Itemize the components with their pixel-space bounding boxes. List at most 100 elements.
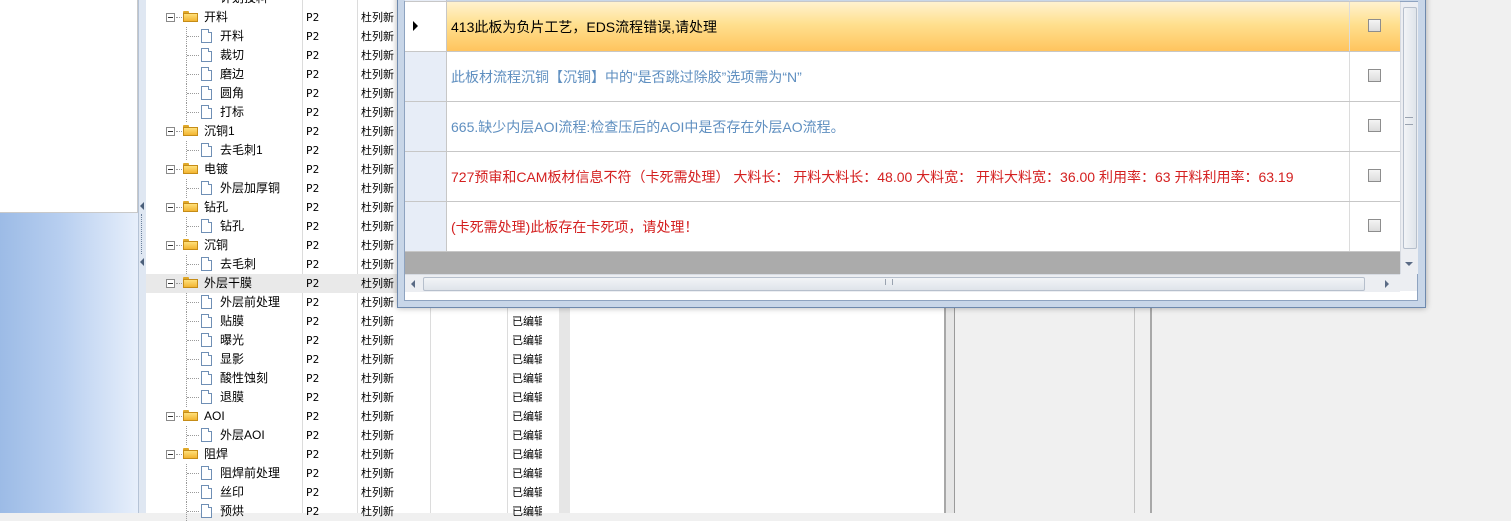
status-cell: 已编辑 (512, 334, 542, 347)
tree-connector (187, 473, 199, 474)
version-cell: P2 (306, 144, 320, 157)
message-checkbox[interactable] (1368, 119, 1381, 132)
version-cell: P2 (306, 30, 320, 43)
column-divider (1349, 152, 1350, 201)
tree-connector (176, 207, 182, 208)
tree-connector (187, 511, 199, 512)
tree-row[interactable]: AOI P2 杜列新 已编辑 (146, 407, 559, 426)
row-header[interactable] (405, 2, 447, 51)
tree-row[interactable]: 显影 P2 杜列新 已编辑 (146, 350, 559, 369)
tree-node-label: 外层AOI (220, 428, 265, 442)
grid-empty-area (405, 252, 1400, 274)
tree-connector (176, 454, 182, 455)
user-cell: 杜列新 (361, 372, 394, 385)
tree-node-label: 外层干膜 (204, 276, 253, 290)
document-icon (201, 485, 212, 499)
tree-row[interactable]: 贴膜 P2 杜列新 已编辑 (146, 312, 559, 331)
collapse-left-arrow-icon[interactable] (140, 202, 144, 210)
row-header[interactable] (405, 152, 447, 201)
message-row[interactable]: 此板材流程沉铜【沉铜】中的“是否跳过除胶”选项需为“N” (405, 52, 1400, 102)
folder-icon (183, 163, 198, 174)
vertical-scrollbar[interactable] (1400, 2, 1418, 274)
tree-node-label: 开料 (220, 29, 245, 43)
user-cell: 杜列新 (361, 125, 394, 138)
tree-row[interactable]: 酸性蚀刻 P2 杜列新 已编辑 (146, 369, 559, 388)
status-cell: 已编辑 (512, 429, 542, 442)
tree-node-label: 打标 (220, 105, 245, 119)
collapse-toggle-icon[interactable] (166, 450, 175, 459)
message-checkbox[interactable] (1368, 19, 1381, 32)
document-icon (201, 352, 212, 366)
tree-node-label: 圆角 (220, 86, 245, 100)
collapse-toggle-icon[interactable] (166, 203, 175, 212)
row-header[interactable] (405, 52, 447, 101)
scroll-left-arrow-icon[interactable] (411, 280, 415, 288)
tree-connector (187, 188, 199, 189)
row-header[interactable] (405, 102, 447, 151)
horizontal-scroll-thumb[interactable] (423, 277, 1365, 291)
tree-row[interactable]: 曝光 P2 杜列新 已编辑 (146, 331, 559, 350)
message-text: 此板材流程沉铜【沉铜】中的“是否跳过除胶”选项需为“N” (451, 68, 802, 85)
tree-row[interactable]: 阻焊 P2 杜列新 已编辑 (146, 445, 559, 464)
version-cell: P2 (306, 448, 320, 461)
tree-connector (176, 245, 182, 246)
message-checkbox[interactable] (1368, 169, 1381, 182)
tree-row[interactable]: 阻焊前处理 P2 杜列新 已编辑 (146, 464, 559, 483)
message-grid[interactable]: 413此板为负片工艺，EDS流程错误,请处理此板材流程沉铜【沉铜】中的“是否跳过… (405, 0, 1400, 264)
collapse-toggle-icon[interactable] (166, 412, 175, 421)
collapse-toggle-icon[interactable] (166, 279, 175, 288)
tree-row[interactable]: 退膜 P2 杜列新 已编辑 (146, 388, 559, 407)
tree-node-label: 显影 (220, 352, 245, 366)
tree-row[interactable]: 外层AOI P2 杜列新 已编辑 (146, 426, 559, 445)
version-cell: P2 (306, 182, 320, 195)
column-divider (1349, 52, 1350, 101)
collapse-left-arrow-icon-2[interactable] (140, 258, 144, 266)
row-header[interactable] (405, 0, 447, 1)
folder-icon (183, 448, 198, 459)
vertical-scroll-thumb[interactable] (1403, 7, 1417, 249)
row-header[interactable] (405, 202, 447, 251)
collapse-toggle-icon[interactable] (166, 127, 175, 136)
right-divider-2 (1150, 300, 1152, 513)
version-cell: P2 (306, 201, 320, 214)
tree-node-label: 阻焊前处理 (220, 466, 281, 480)
collapse-toggle-icon[interactable] (166, 241, 175, 250)
tree-connector (187, 397, 199, 398)
tree-row[interactable]: 预烘 P2 杜列新 已编辑 (146, 502, 559, 521)
document-icon (201, 257, 212, 271)
horizontal-scrollbar[interactable] (405, 274, 1400, 292)
tree-connector (187, 302, 199, 303)
tree-node-label: 电镀 (204, 162, 229, 176)
document-icon (201, 48, 212, 62)
user-cell: 杜列新 (361, 429, 394, 442)
document-icon (201, 219, 212, 233)
tree-node-label: 酸性蚀刻 (220, 371, 269, 385)
message-grid-container: 413此板为负片工艺，EDS流程错误,请处理此板材流程沉铜【沉铜】中的“是否跳过… (404, 0, 1418, 301)
collapse-toggle-icon[interactable] (166, 13, 175, 22)
scroll-down-arrow-icon[interactable] (1405, 262, 1413, 266)
version-cell: P2 (306, 429, 320, 442)
scrollbar-corner (1400, 274, 1417, 291)
user-cell: 杜列新 (361, 410, 394, 423)
message-row[interactable]: 413此板为负片工艺，EDS流程错误,请处理 (405, 2, 1400, 52)
message-row[interactable]: 727预审和CAM板材信息不符（卡死需处理） 大料长： 开料大料长：48.00 … (405, 152, 1400, 202)
tree-node-label: 沉铜1 (204, 124, 235, 138)
user-cell: 杜列新 (361, 353, 394, 366)
tree-connector (187, 340, 199, 341)
tree-node-label: 去毛刺1 (220, 143, 263, 157)
message-row[interactable]: (卡死需处理)此板存在卡死项，请处理！ (405, 202, 1400, 252)
status-cell: 已编辑 (512, 448, 542, 461)
message-row[interactable]: 665.缺少内层AOI流程:检查压后的AOI中是否存在外层AO流程。 (405, 102, 1400, 152)
tree-node-label: 外层加厚铜 (220, 181, 281, 195)
user-cell: 杜列新 (361, 144, 394, 157)
tree-node-label: 钻孔 (204, 200, 229, 214)
document-icon (201, 86, 212, 100)
collapse-toggle-icon[interactable] (166, 165, 175, 174)
tree-node-label: 阻焊 (204, 447, 229, 461)
message-checkbox[interactable] (1368, 219, 1381, 232)
tree-row[interactable]: 丝印 P2 杜列新 已编辑 (146, 483, 559, 502)
splitter-grip-icon[interactable] (141, 214, 144, 254)
message-checkbox[interactable] (1368, 69, 1381, 82)
scroll-right-arrow-icon[interactable] (1385, 280, 1389, 288)
document-icon (201, 371, 212, 385)
